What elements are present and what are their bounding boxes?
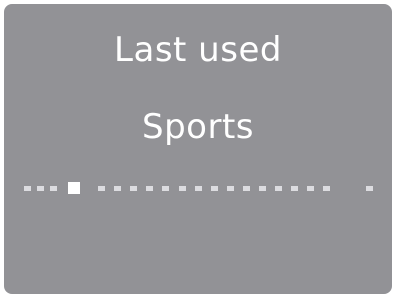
- page-dot: [114, 186, 122, 191]
- page-dot: [275, 186, 283, 191]
- page-dot: [226, 186, 234, 191]
- page-dot: [323, 186, 331, 191]
- page-dot: [242, 186, 250, 191]
- page-dot: [130, 186, 138, 191]
- page-dot: [307, 186, 315, 191]
- page-dot-active: [68, 182, 80, 194]
- page-dot: [37, 186, 44, 191]
- page-dot: [291, 186, 299, 191]
- page-dot: [366, 186, 373, 191]
- page-dot: [50, 186, 57, 191]
- page-dot: [210, 186, 218, 191]
- page-dot: [98, 186, 105, 191]
- page-dot: [194, 186, 202, 191]
- page-dot: [162, 186, 170, 191]
- page-dot: [24, 186, 31, 191]
- page-dot: [178, 186, 186, 191]
- watch-screen: Last used Sports: [4, 4, 392, 294]
- page-indicator[interactable]: [4, 4, 392, 294]
- page-dot: [259, 186, 266, 191]
- page-dot: [146, 186, 154, 191]
